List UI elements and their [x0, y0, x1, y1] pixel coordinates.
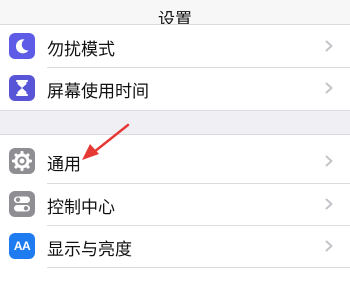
annotation-arrow [82, 123, 130, 160]
